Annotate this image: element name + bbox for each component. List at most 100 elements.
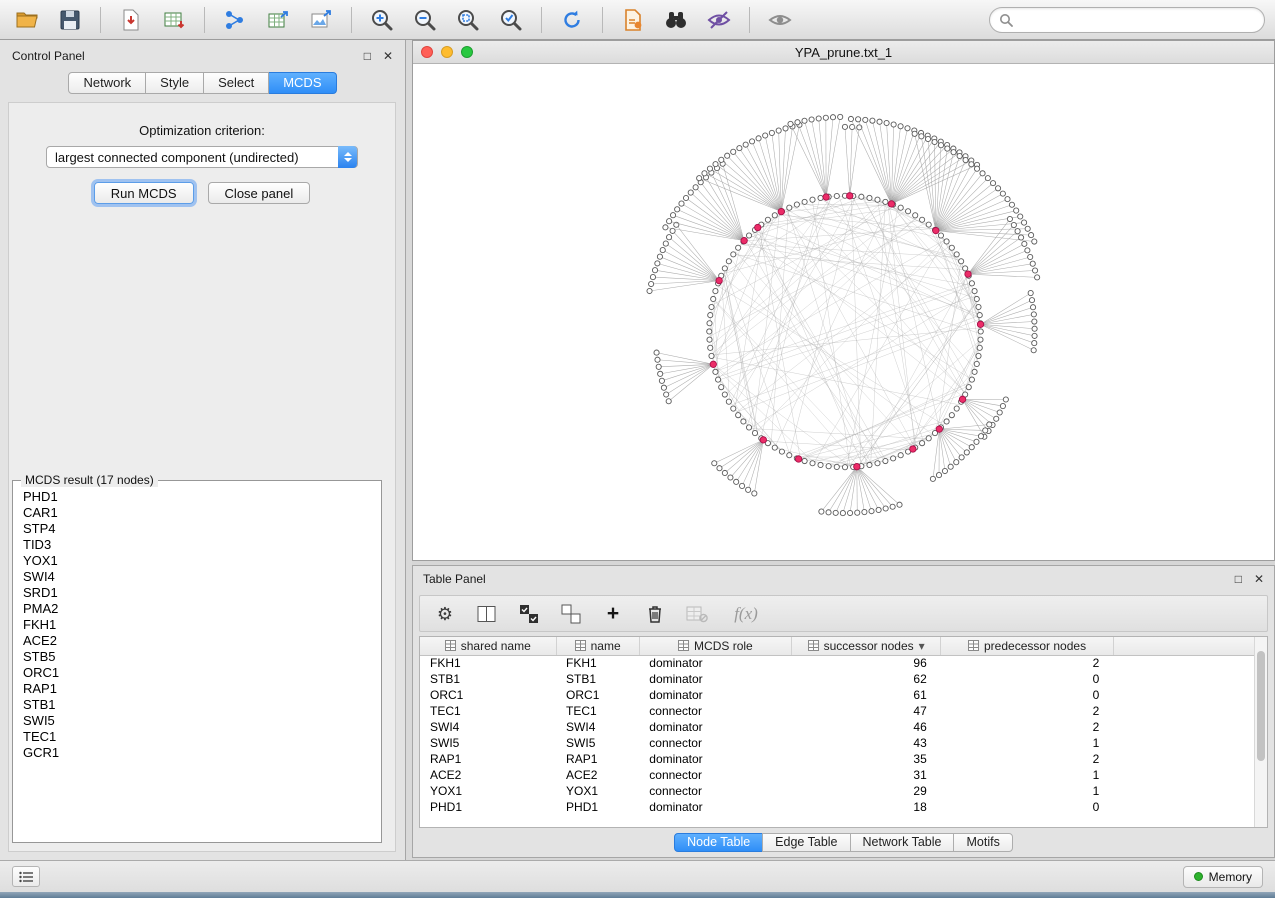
table-row[interactable]: ACE2ACE2connector311: [420, 767, 1256, 783]
tab-network-table[interactable]: Network Table: [850, 833, 955, 852]
memory-status-icon: [1194, 872, 1203, 881]
table-cell-empty: [1113, 799, 1255, 815]
mcds-result-item[interactable]: PHD1: [15, 489, 379, 505]
run-mcds-button[interactable]: Run MCDS: [94, 182, 194, 204]
export-image-button[interactable]: [304, 5, 338, 35]
column-header-name[interactable]: name: [556, 637, 639, 655]
mcds-result-item[interactable]: STB1: [15, 697, 379, 713]
search-input[interactable]: [1019, 12, 1255, 27]
close-panel-button[interactable]: Close panel: [208, 182, 311, 204]
mcds-result-list[interactable]: PHD1CAR1STP4TID3YOX1SWI4SRD1PMA2FKH1ACE2…: [15, 489, 379, 840]
network-search-box[interactable]: [989, 7, 1265, 33]
import-table-from-file-button[interactable]: [157, 5, 191, 35]
close-panel-icon[interactable]: ✕: [383, 49, 393, 63]
zoom-fit-button[interactable]: [451, 5, 485, 35]
mcds-result-item[interactable]: GCR1: [15, 745, 379, 761]
export-network-button[interactable]: [218, 5, 252, 35]
network-window-title: YPA_prune.txt_1: [413, 45, 1274, 60]
table-cell: FKH1: [420, 655, 556, 671]
mcds-result-item[interactable]: STB5: [15, 649, 379, 665]
tab-mcds[interactable]: MCDS: [269, 72, 336, 94]
task-history-button[interactable]: [12, 866, 40, 887]
toolbar-separator: [100, 7, 101, 33]
zoom-in-button[interactable]: [365, 5, 399, 35]
mcds-result-item[interactable]: SRD1: [15, 585, 379, 601]
column-header-label: shared name: [461, 639, 531, 653]
status-bar: Memory: [0, 860, 1275, 892]
select-all-rows-button[interactable]: [518, 603, 540, 625]
table-row[interactable]: YOX1YOX1connector291: [420, 783, 1256, 799]
table-row[interactable]: TEC1TEC1connector472: [420, 703, 1256, 719]
tab-style[interactable]: Style: [146, 72, 204, 94]
table-cell: 0: [941, 687, 1114, 703]
import-network-from-file-button[interactable]: [114, 5, 148, 35]
table-cell: dominator: [639, 799, 791, 815]
show-columns-button[interactable]: [476, 603, 498, 625]
column-header-shared-name[interactable]: shared name: [420, 637, 556, 655]
sort-icon: [678, 640, 689, 651]
mcds-result-item[interactable]: RAP1: [15, 681, 379, 697]
memory-button-label: Memory: [1209, 870, 1252, 884]
zoom-selected-button[interactable]: [494, 5, 528, 35]
optimization-criterion-select[interactable]: largest connected component (undirected): [46, 146, 358, 168]
network-graph[interactable]: [413, 64, 1274, 560]
tab-node-table[interactable]: Node Table: [674, 833, 763, 852]
float-panel-icon[interactable]: □: [364, 49, 371, 63]
table-row[interactable]: RAP1RAP1dominator352: [420, 751, 1256, 767]
column-header-label: successor nodes: [824, 639, 914, 653]
mcds-result-item[interactable]: FKH1: [15, 617, 379, 633]
table-cell: 2: [941, 655, 1114, 671]
table-toolbar: ⚙: [419, 595, 1268, 632]
table-row[interactable]: PHD1PHD1dominator180: [420, 799, 1256, 815]
zoom-out-button[interactable]: [408, 5, 442, 35]
tab-select[interactable]: Select: [204, 72, 269, 94]
mcds-result-item[interactable]: ACE2: [15, 633, 379, 649]
column-header-predecessor-nodes[interactable]: predecessor nodes: [941, 637, 1114, 655]
close-panel-icon[interactable]: ✕: [1254, 572, 1264, 586]
table-row[interactable]: SWI5SWI5connector431: [420, 735, 1256, 751]
deselect-all-rows-button[interactable]: [560, 603, 582, 625]
delete-column-button[interactable]: [644, 603, 666, 625]
import-network-icon: [119, 8, 143, 32]
sort-icon: [575, 640, 586, 651]
delete-table-icon: [686, 605, 708, 623]
mcds-result-item[interactable]: TID3: [15, 537, 379, 553]
show-graphics-details-button[interactable]: [763, 5, 797, 35]
mcds-result-item[interactable]: CAR1: [15, 505, 379, 521]
mcds-result-item[interactable]: YOX1: [15, 553, 379, 569]
table-scrollbar-thumb[interactable]: [1257, 651, 1265, 761]
column-header-successor-nodes[interactable]: successor nodes▾: [792, 637, 941, 655]
table-row[interactable]: SWI4SWI4dominator462: [420, 719, 1256, 735]
network-window-titlebar[interactable]: YPA_prune.txt_1: [413, 41, 1274, 64]
search-network-button[interactable]: [659, 5, 693, 35]
add-column-button[interactable]: +: [602, 603, 624, 625]
mcds-result-item[interactable]: TEC1: [15, 729, 379, 745]
open-session-button[interactable]: [10, 5, 44, 35]
tab-network[interactable]: Network: [68, 72, 146, 94]
table-row[interactable]: ORC1ORC1dominator610: [420, 687, 1256, 703]
table-cell: 1: [941, 783, 1114, 799]
save-session-button[interactable]: [53, 5, 87, 35]
hide-panels-button[interactable]: [702, 5, 736, 35]
mcds-result-item[interactable]: PMA2: [15, 601, 379, 617]
column-header-MCDS-role[interactable]: MCDS role: [639, 637, 791, 655]
tab-motifs[interactable]: Motifs: [953, 833, 1012, 852]
tab-edge-table[interactable]: Edge Table: [762, 833, 850, 852]
table-cell: RAP1: [420, 751, 556, 767]
float-panel-icon[interactable]: □: [1235, 572, 1242, 586]
table-settings-button[interactable]: ⚙: [434, 603, 456, 625]
mcds-result-item[interactable]: ORC1: [15, 665, 379, 681]
mcds-result-item[interactable]: SWI4: [15, 569, 379, 585]
table-row[interactable]: FKH1FKH1dominator962: [420, 655, 1256, 671]
mcds-result-item[interactable]: STP4: [15, 521, 379, 537]
toolbar-separator: [602, 7, 603, 33]
export-table-button[interactable]: [261, 5, 295, 35]
memory-button[interactable]: Memory: [1183, 866, 1263, 888]
refresh-view-button[interactable]: [555, 5, 589, 35]
network-canvas[interactable]: [413, 64, 1274, 560]
network-snapshot-button[interactable]: [616, 5, 650, 35]
mcds-result-item[interactable]: SWI5: [15, 713, 379, 729]
table-row[interactable]: STB1STB1dominator620: [420, 671, 1256, 687]
table-cell: RAP1: [556, 751, 639, 767]
table-scrollbar-track[interactable]: [1254, 637, 1267, 827]
